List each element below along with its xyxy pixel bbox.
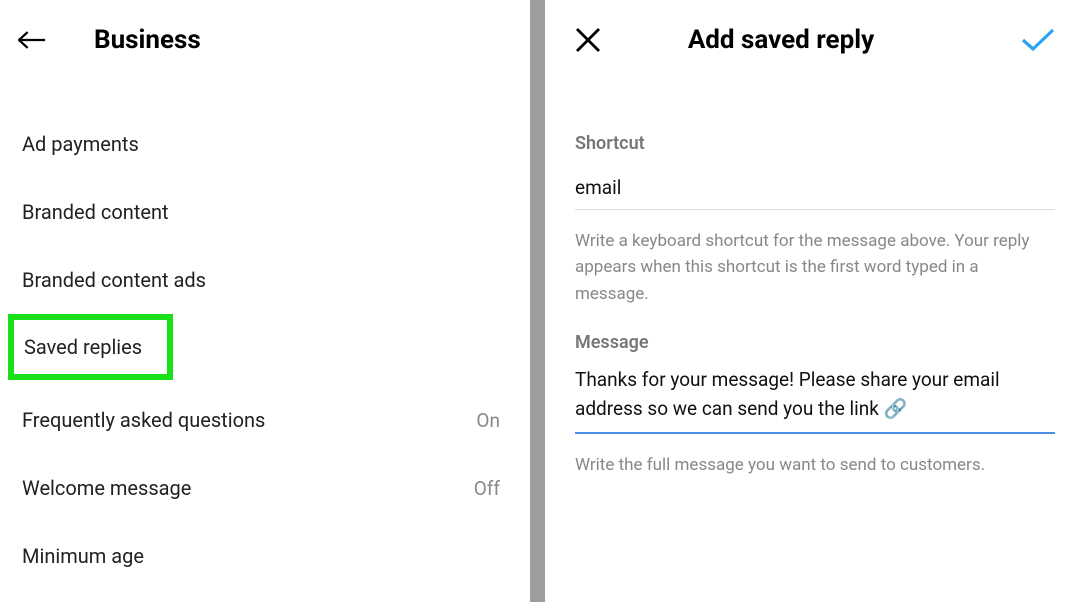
menu-item-branded-content[interactable]: Branded content bbox=[0, 178, 530, 246]
business-settings-panel: Business Ad payments Branded content Bra… bbox=[0, 0, 530, 602]
shortcut-section: Shortcut email Write a keyboard shortcut… bbox=[575, 133, 1055, 307]
menu-item-label: Saved replies bbox=[24, 335, 142, 359]
page-title: Business bbox=[94, 25, 201, 55]
confirm-check-icon[interactable] bbox=[1021, 27, 1055, 53]
menu-item-branded-content-ads[interactable]: Branded content ads bbox=[0, 246, 530, 314]
menu-item-label: Welcome message bbox=[22, 476, 191, 500]
shortcut-input[interactable]: email bbox=[575, 176, 1055, 210]
menu-item-welcome-message[interactable]: Welcome message Off bbox=[0, 454, 530, 522]
page-title: Add saved reply bbox=[688, 25, 874, 55]
menu-item-label: Minimum age bbox=[22, 544, 144, 568]
menu-item-label: Ad payments bbox=[22, 132, 139, 156]
menu-item-status: On bbox=[476, 409, 500, 432]
menu-item-status: Off bbox=[474, 477, 500, 500]
right-header: Add saved reply bbox=[575, 25, 1055, 55]
shortcut-help-text: Write a keyboard shortcut for the messag… bbox=[575, 228, 1055, 307]
message-label: Message bbox=[575, 332, 1055, 353]
message-input[interactable]: Thanks for your message! Please share yo… bbox=[575, 365, 1055, 434]
message-help-text: Write the full message you want to send … bbox=[575, 452, 1055, 478]
message-section: Message Thanks for your message! Please … bbox=[575, 332, 1055, 478]
back-arrow-icon[interactable] bbox=[18, 30, 46, 50]
menu-item-ad-payments[interactable]: Ad payments bbox=[0, 110, 530, 178]
shortcut-label: Shortcut bbox=[575, 133, 1055, 154]
message-value: Thanks for your message! Please share yo… bbox=[575, 365, 1055, 424]
menu-item-label: Branded content bbox=[22, 200, 169, 224]
menu-item-faq[interactable]: Frequently asked questions On bbox=[0, 380, 530, 454]
settings-menu: Ad payments Branded content Branded cont… bbox=[0, 80, 530, 590]
menu-item-label: Branded content ads bbox=[22, 268, 206, 292]
add-saved-reply-panel: Add saved reply Shortcut email Write a k… bbox=[545, 0, 1080, 602]
close-icon[interactable] bbox=[575, 27, 601, 53]
menu-item-minimum-age[interactable]: Minimum age bbox=[0, 522, 530, 590]
panel-divider bbox=[530, 0, 545, 602]
left-header: Business bbox=[0, 0, 530, 80]
menu-item-label: Frequently asked questions bbox=[22, 408, 265, 432]
menu-item-saved-replies-highlight[interactable]: Saved replies bbox=[8, 314, 173, 380]
